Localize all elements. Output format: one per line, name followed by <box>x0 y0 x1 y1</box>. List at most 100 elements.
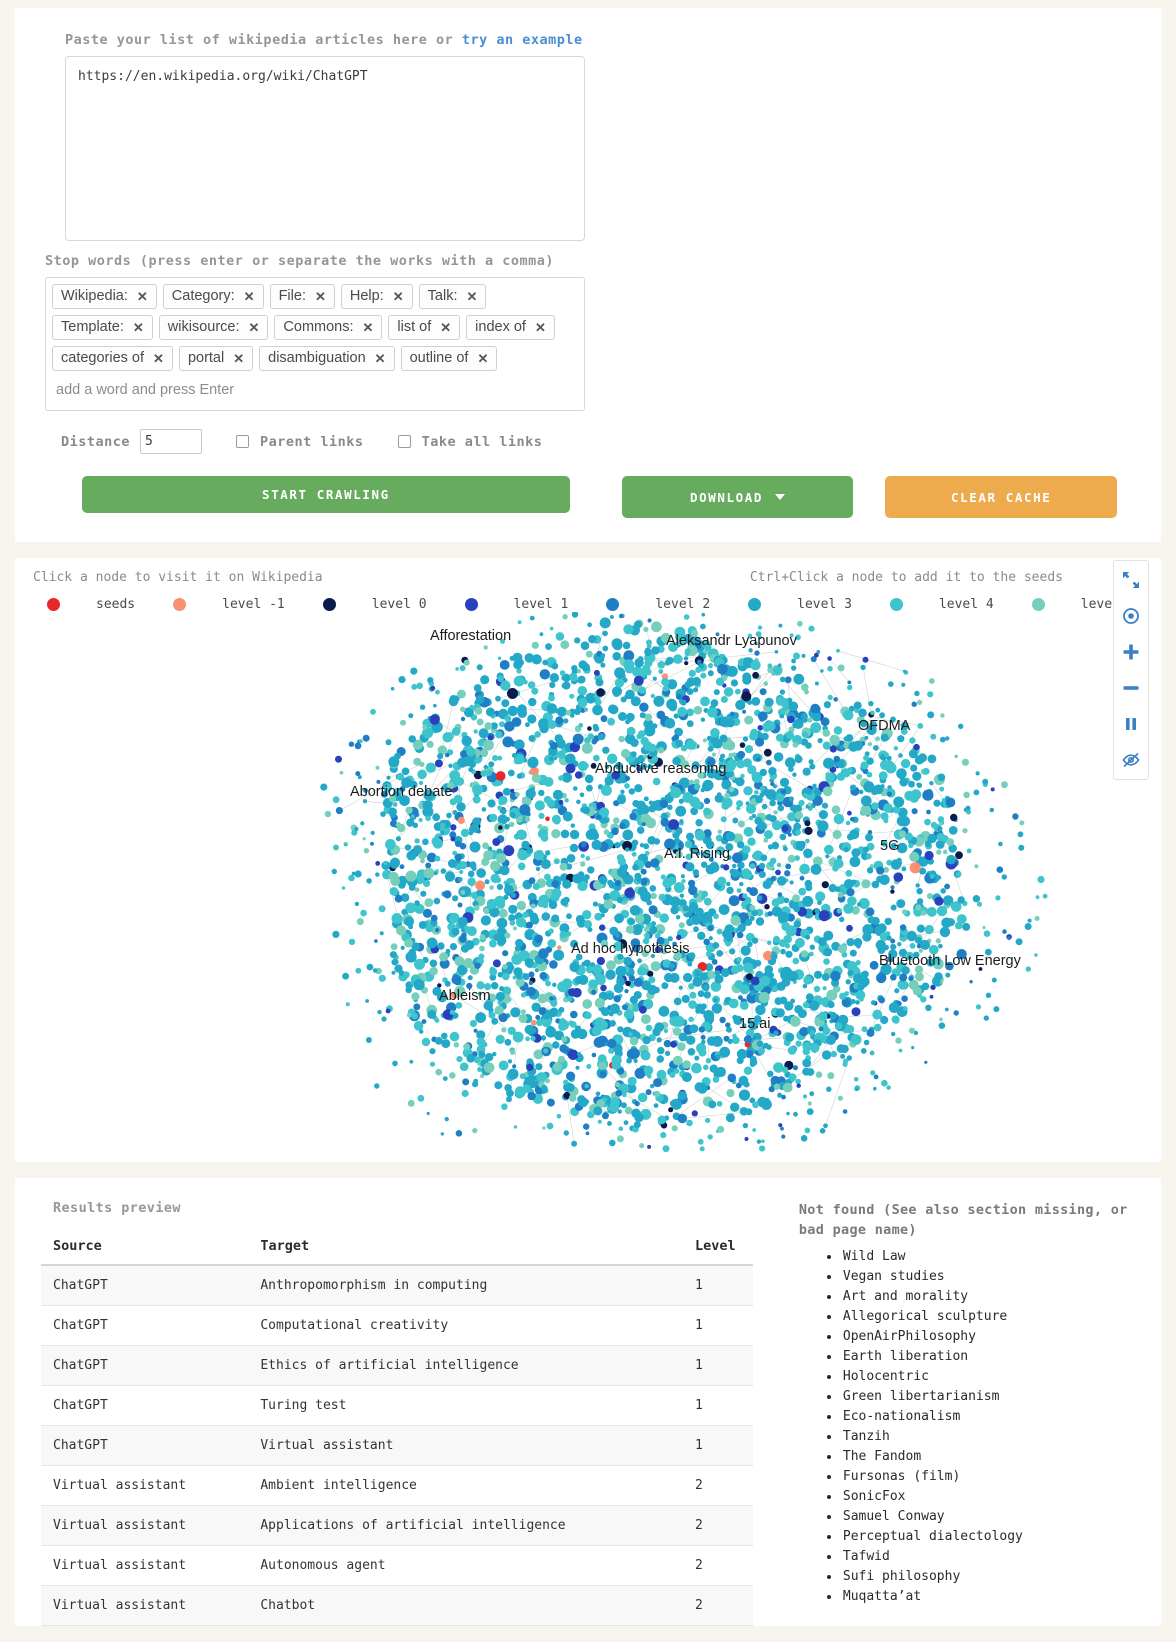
stopword-label: Template: <box>61 318 124 335</box>
stopword-tag[interactable]: Help: ✕ <box>340 284 413 309</box>
articles-column: Paste your list of wikipedia articles he… <box>45 24 600 245</box>
cell-target: Virtual assistant <box>248 1425 683 1466</box>
stopword-tag[interactable]: categories of ✕ <box>52 346 173 371</box>
stopword-tag[interactable]: wikisource: ✕ <box>158 315 269 340</box>
stopword-label: wikisource: <box>167 318 240 335</box>
results-panel: Results preview Source Target Level Chat… <box>15 1178 1161 1626</box>
parent-links-label: Parent links <box>260 433 364 450</box>
parent-links-option[interactable]: Parent links <box>236 434 364 450</box>
graph-hint-right: Ctrl+Click a node to add it to the seeds <box>749 570 1063 585</box>
stopword-tag[interactable]: Template: ✕ <box>52 315 153 340</box>
zoom-out-icon[interactable] <box>1120 677 1142 699</box>
legend-item-level-2: level 2 <box>606 597 748 612</box>
legend-dot-level-2 <box>606 598 620 611</box>
try-an-example-link[interactable]: try an example <box>462 32 583 48</box>
legend-label: level 1 <box>513 597 569 612</box>
cell-source: ChatGPT <box>41 1265 249 1306</box>
results-preview-title: Results preview <box>53 1200 181 1216</box>
stopword-tag[interactable]: File: ✕ <box>269 284 335 309</box>
legend-item-seeds: seeds <box>47 597 173 612</box>
legend-dot-level-3 <box>748 598 762 611</box>
list-item: Earth liberation <box>841 1347 1135 1367</box>
remove-stopword-icon[interactable]: ✕ <box>363 321 374 334</box>
stopword-tag[interactable]: outline of ✕ <box>400 346 498 371</box>
stopword-tag[interactable]: Talk: ✕ <box>418 284 487 309</box>
cell-source: ChatGPT <box>41 1425 249 1466</box>
column-header-target: Target <box>248 1232 683 1266</box>
distance-label: Distance <box>61 433 131 450</box>
legend-dot-level-5 <box>1031 598 1045 611</box>
parent-links-checkbox[interactable] <box>236 435 250 448</box>
network-graph[interactable]: Afforestation Aleksandr Lyapunov OFDMA Abdu… <box>33 612 1143 1152</box>
legend-item-level-1: level 1 <box>464 597 607 612</box>
distance-input[interactable] <box>140 429 203 454</box>
table-row: ChatGPT Anthropomorphism in computing 1 <box>41 1265 753 1306</box>
graph-hint-left: Click a node to visit it on Wikipedia <box>33 570 323 585</box>
legend-label: level -1 <box>222 597 285 612</box>
list-item: Samuel Conway <box>841 1507 1135 1527</box>
list-item: Holocentric <box>841 1367 1135 1387</box>
take-all-links-option[interactable]: Take all links <box>397 434 543 450</box>
download-button[interactable]: DOWNLOAD <box>621 476 854 518</box>
stopword-label: portal <box>187 349 225 366</box>
cell-target: Autonomous agent <box>248 1545 683 1586</box>
articles-label-text: Paste your list of wikipedia articles he… <box>65 32 454 48</box>
not-found-title: Not found (See also section missing, or … <box>798 1202 1128 1239</box>
remove-stopword-icon[interactable]: ✕ <box>153 352 164 365</box>
stopword-label: list of <box>397 318 432 335</box>
stopwords-tags-box[interactable]: Wikipedia: ✕ Category: ✕ File: ✕ Help: ✕ Tal… <box>45 277 585 411</box>
stopword-tag[interactable]: Wikipedia: ✕ <box>52 284 157 309</box>
cell-source: Virtual assistant <box>41 1505 249 1546</box>
remove-stopword-icon[interactable]: ✕ <box>249 321 260 334</box>
cell-source: ChatGPT <box>41 1345 249 1386</box>
start-crawling-button[interactable]: START CRAWLING <box>82 476 570 513</box>
cell-level: 1 <box>683 1425 753 1466</box>
stopword-label: Help: <box>349 287 384 304</box>
list-item: Perceptual dialectology <box>841 1527 1135 1547</box>
articles-label: Paste your list of wikipedia articles he… <box>65 32 590 48</box>
remove-stopword-icon[interactable]: ✕ <box>315 290 326 303</box>
remove-stopword-icon[interactable]: ✕ <box>440 321 451 334</box>
stopword-tag[interactable]: Category: ✕ <box>162 284 264 309</box>
remove-stopword-icon[interactable]: ✕ <box>133 321 144 334</box>
remove-stopword-icon[interactable]: ✕ <box>244 290 255 303</box>
legend-dot-level--1 <box>173 598 187 611</box>
cell-target: Applications of artificial intelligence <box>248 1505 683 1546</box>
zoom-in-icon[interactable] <box>1120 641 1142 663</box>
remove-stopword-icon[interactable]: ✕ <box>375 352 386 365</box>
legend-item-level-5: level 5 <box>1031 597 1174 612</box>
stopword-tag[interactable]: disambiguation ✕ <box>259 346 395 371</box>
remove-stopword-icon[interactable]: ✕ <box>535 321 546 334</box>
remove-stopword-icon[interactable]: ✕ <box>477 352 488 365</box>
list-item: Sufi philosophy <box>841 1567 1135 1587</box>
toggle-labels-icon[interactable] <box>1120 749 1142 771</box>
fullscreen-icon[interactable] <box>1120 569 1142 591</box>
cell-source: Virtual assistant <box>41 1545 249 1586</box>
articles-input[interactable]: https://en.wikipedia.org/wiki/ChatGPT <box>65 56 585 241</box>
graph-toolbar[interactable] <box>1113 560 1149 780</box>
stopword-label: Talk: <box>427 287 458 304</box>
center-graph-icon[interactable] <box>1120 605 1142 627</box>
cell-target: Anthropomorphism in computing <box>248 1265 683 1306</box>
list-item: The Fandom <box>841 1447 1135 1467</box>
pause-icon[interactable] <box>1120 713 1142 735</box>
remove-stopword-icon[interactable]: ✕ <box>233 352 244 365</box>
list-item: Green libertarianism <box>841 1387 1135 1407</box>
clear-cache-button[interactable]: CLEAR CACHE <box>885 476 1117 518</box>
remove-stopword-icon[interactable]: ✕ <box>137 290 148 303</box>
remove-stopword-icon[interactable]: ✕ <box>393 290 404 303</box>
add-stopword-input[interactable] <box>52 377 578 402</box>
list-item: Wild Law <box>841 1247 1135 1267</box>
network-graph-svg[interactable] <box>33 612 1143 1152</box>
list-item: Tafwid <box>841 1547 1135 1567</box>
stopword-tag[interactable]: list of ✕ <box>388 315 461 340</box>
stopword-tag[interactable]: Commons: ✕ <box>274 315 383 340</box>
take-all-links-checkbox[interactable] <box>397 435 411 448</box>
cell-target: Ethics of artificial intelligence <box>248 1345 683 1386</box>
stopwords-label: Stop words (press enter or separate the … <box>45 253 555 269</box>
stopword-label: File: <box>278 287 306 304</box>
stopword-tag[interactable]: index of ✕ <box>466 315 555 340</box>
stopword-tag[interactable]: portal ✕ <box>178 346 254 371</box>
not-found-section: Not found (See also section missing, or … <box>777 1196 1135 1626</box>
remove-stopword-icon[interactable]: ✕ <box>466 290 477 303</box>
